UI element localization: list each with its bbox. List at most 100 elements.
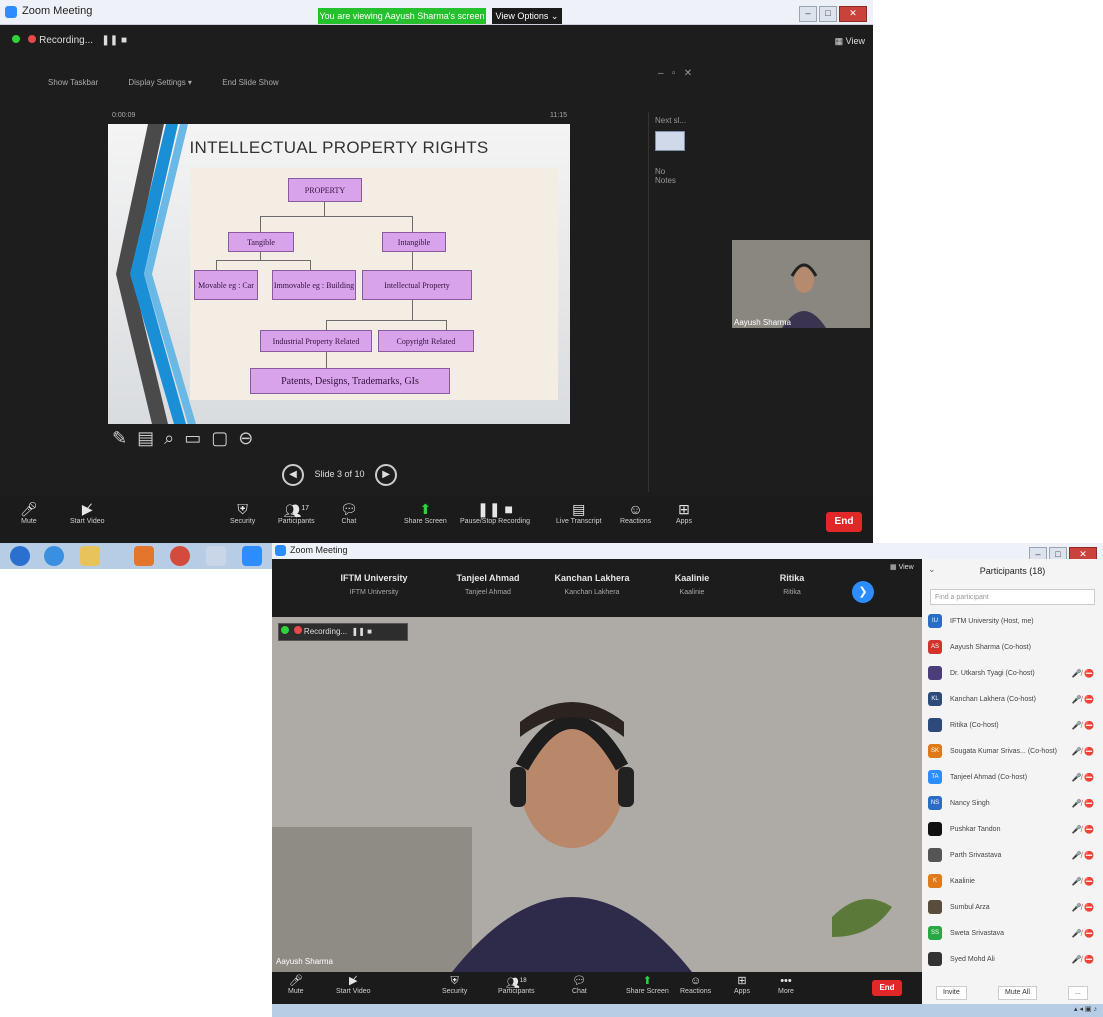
reactions-button[interactable]: ☺ Reactions	[620, 500, 651, 525]
participant-search-input[interactable]: Find a participant	[930, 589, 1095, 605]
thumb-participant[interactable]: Tanjeel Ahmad Tanjeel Ahmad	[438, 573, 538, 596]
mute-button[interactable]: 🎤︎ Mute	[288, 974, 304, 995]
start-video-button[interactable]: ▶̸ Start Video	[70, 500, 105, 525]
view-button[interactable]: ▦ View	[835, 36, 865, 47]
window-controls-2: – □ ✕	[1027, 544, 1097, 563]
box-intellectual-property: Intellectual Property	[362, 270, 472, 300]
pause-recording-label: Pause/Stop Recording	[460, 518, 531, 525]
thumb-participant[interactable]: Kanchan Lakhera Kanchan Lakhera	[542, 573, 642, 596]
slide-counter[interactable]: Slide 3 of 10	[315, 469, 365, 479]
participant-row[interactable]: Dr. Utkarsh Tyagi (Co-host) 🎤̸ ⛔	[928, 663, 1098, 685]
security-shield-icon	[281, 626, 290, 634]
thumb-participant[interactable]: Ritika Ritika	[742, 573, 842, 596]
security-button[interactable]: ⛨ Security	[442, 974, 467, 995]
media-icon[interactable]	[134, 546, 154, 566]
participant-row[interactable]: SS Sweta Srivastava 🎤̸ ⛔	[928, 923, 1098, 945]
active-speaker-video[interactable]: Recording... ❚❚ ■ Aayush Sharma	[272, 617, 922, 972]
participant-row[interactable]: IU IFTM University (Host, me)	[928, 611, 1098, 633]
collapse-panel-icon[interactable]: ⌄	[928, 564, 936, 575]
chat-button[interactable]: 💬︎ Chat	[340, 500, 358, 525]
subtitles-icon[interactable]: ▢	[211, 428, 238, 448]
apps-button[interactable]: ⊞ Apps	[734, 974, 750, 995]
participants-header: Participants (18)	[979, 566, 1046, 576]
more-participant-options-button[interactable]: ...	[1068, 986, 1088, 1000]
end-slideshow-button[interactable]: End Slide Show	[222, 78, 278, 87]
maximize-icon[interactable]: □	[819, 6, 837, 22]
share-screen-icon: ⬆	[419, 501, 432, 517]
participant-row[interactable]: K Kaalinie 🎤̸ ⛔	[928, 871, 1098, 893]
next-slide-thumbnail[interactable]	[655, 131, 685, 151]
participant-row[interactable]: NS Nancy Singh 🎤̸ ⛔	[928, 793, 1098, 815]
avatar	[928, 718, 942, 732]
share-screen-button[interactable]: ⬆ Share Screen	[404, 500, 447, 525]
magnifier-icon[interactable]: ⌕	[164, 428, 184, 448]
avatar: AS	[928, 640, 942, 654]
live-transcript-button[interactable]: ▤ Live Transcript	[556, 500, 602, 525]
reactions-button[interactable]: ☺ Reactions	[680, 974, 711, 995]
participants-button[interactable]: 👥︎17 Participants	[278, 500, 315, 525]
view-options-button[interactable]: View Options ⌄	[492, 8, 562, 24]
participant-row[interactable]: SK Sougata Kumar Srivas... (Co-host) 🎤̸ ⛔	[928, 741, 1098, 763]
ie-icon[interactable]	[44, 546, 64, 566]
participant-row[interactable]: TA Tanjeel Ahmad (Co-host) 🎤̸ ⛔	[928, 767, 1098, 789]
thumb-participant[interactable]: Kaalinie Kaalinie	[642, 573, 742, 596]
close-icon[interactable]: ✕	[839, 6, 867, 22]
pause-recording-icon[interactable]: ❚❚	[101, 35, 118, 46]
pause-recording-icon[interactable]: ❚❚	[352, 627, 365, 636]
presenter-view-icon[interactable]: ▭	[184, 428, 211, 448]
chrome-icon[interactable]	[170, 546, 190, 566]
end-meeting-button[interactable]: End	[826, 512, 862, 532]
meeting-controls: 🎤︎ Mute ▶̸ Start Video ⛨ Security 👥︎17 Parti…	[0, 496, 873, 543]
start-video-button[interactable]: ▶̸ Start Video	[336, 974, 371, 995]
recording-dot-icon	[28, 35, 37, 43]
participant-row[interactable]: Ritika (Co-host) 🎤̸ ⛔	[928, 715, 1098, 737]
speaker-pip-video[interactable]	[732, 240, 870, 328]
mic-video-status-icon: 🎤̸ ⛔	[1071, 747, 1094, 756]
display-settings-button[interactable]: Display Settings ▾	[128, 78, 192, 87]
system-tray[interactable]: ▴ ◂ ▣ ♪	[1074, 1005, 1097, 1013]
participant-row[interactable]: Parth Srivastava 🎤̸ ⛔	[928, 845, 1098, 867]
participant-row[interactable]: Syed Mohd Ali 🎤̸ ⛔	[928, 949, 1098, 971]
mute-all-button[interactable]: Mute All	[998, 986, 1037, 1000]
participants-button[interactable]: 👥︎18 Participants	[498, 974, 535, 995]
invite-button[interactable]: Invite	[936, 986, 967, 1000]
chat-button[interactable]: 💬︎ Chat	[572, 974, 587, 995]
slide-navigation: ◀ Slide 3 of 10 ▶	[282, 464, 398, 486]
end-meeting-button[interactable]: End	[872, 980, 902, 996]
current-slide: INTELLECTUAL PROPERTY RIGHTS PROPERTY Ta…	[108, 124, 570, 424]
more-button[interactable]: ••• More	[778, 974, 794, 995]
participant-row[interactable]: AS Aayush Sharma (Co-host)	[928, 637, 1098, 659]
more-options-icon[interactable]: ⊖	[238, 428, 263, 448]
mute-button[interactable]: 🎤︎ Mute	[20, 500, 38, 525]
prev-slide-icon[interactable]: ◀	[282, 464, 304, 486]
thumb-participant[interactable]: IFTM University IFTM University	[324, 573, 424, 596]
box-property: PROPERTY	[288, 178, 362, 202]
next-page-icon[interactable]: ❯	[852, 581, 874, 603]
window-controls: – □ ✕	[797, 3, 867, 22]
show-taskbar-button[interactable]: Show Taskbar	[48, 78, 98, 87]
folder-icon[interactable]	[80, 546, 100, 566]
security-button[interactable]: ⛨ Security	[230, 500, 255, 525]
highlighter-icon[interactable]: ▤	[137, 428, 164, 448]
stop-recording-icon[interactable]: ■	[121, 35, 127, 46]
participant-row[interactable]: Pushkar Tandon 🎤̸ ⛔	[928, 819, 1098, 841]
microphone-icon: 🎤︎	[20, 501, 38, 517]
next-slide-icon[interactable]: ▶	[375, 464, 398, 486]
participant-row[interactable]: KL Kanchan Lakhera (Co-host) 🎤̸ ⛔	[928, 689, 1098, 711]
minimize-icon[interactable]: –	[799, 6, 817, 22]
doc-icon[interactable]	[206, 546, 226, 566]
participant-row[interactable]: Sumbul Arza 🎤̸ ⛔	[928, 897, 1098, 919]
share-screen-button[interactable]: ⬆ Share Screen	[626, 974, 669, 995]
participant-name: Parth Srivastava	[950, 852, 1002, 859]
zoom-taskbar-icon[interactable]	[242, 546, 262, 566]
pause-recording-button[interactable]: ❚❚ ■ Pause/Stop Recording	[460, 500, 530, 525]
slide-tools: ✎▤⌕▭▢⊖	[112, 428, 263, 449]
pen-icon[interactable]: ✎	[112, 428, 137, 448]
zoom-window-presentation: Zoom Meeting – □ ✕ You are viewing Aayush …	[0, 0, 873, 543]
start-icon[interactable]	[10, 546, 30, 566]
windows-taskbar-2: ▴ ◂ ▣ ♪	[272, 1004, 1103, 1017]
panel-window-controls[interactable]: – ▫ ✕	[658, 68, 692, 79]
apps-button[interactable]: ⊞ Apps	[676, 500, 692, 525]
stop-recording-icon[interactable]: ■	[367, 627, 372, 636]
view-button-2[interactable]: ▦ View	[890, 563, 914, 571]
